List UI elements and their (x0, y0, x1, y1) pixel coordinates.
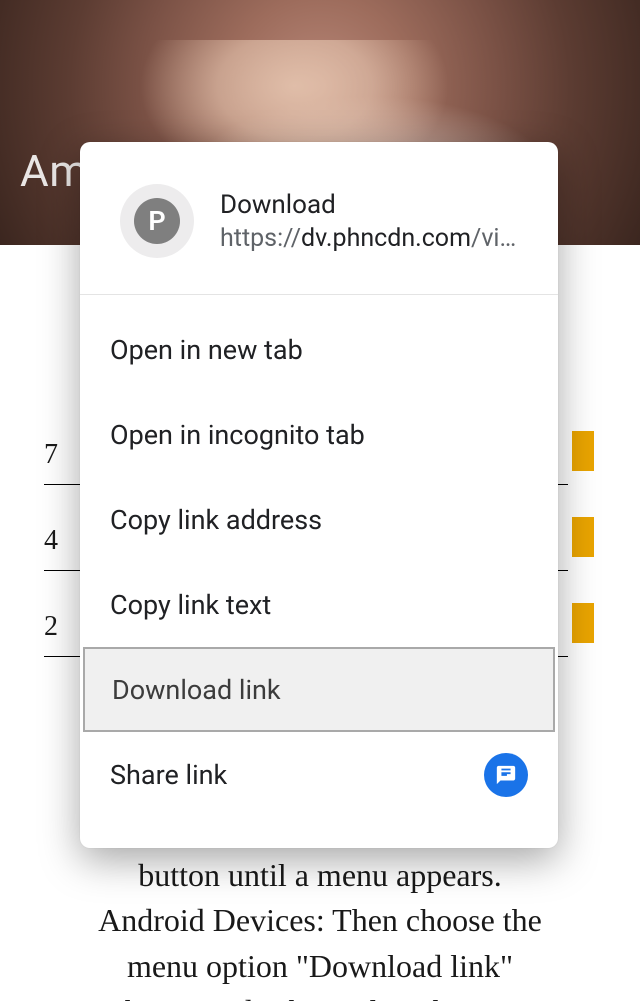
row-digit: 2 (44, 611, 58, 643)
instructions-line: Android Devices: Then choose the (98, 902, 542, 938)
download-button-fragment[interactable] (572, 517, 594, 557)
menu-item-label: Share link (110, 759, 227, 791)
page-root: Am 7 4 2 button until a menu appears. An… (0, 0, 640, 1001)
open-in-new-tab[interactable]: Open in new tab (80, 307, 558, 392)
context-menu-header: P Download https://dv.phncdn.com/vide… (80, 142, 558, 295)
row-digit: 7 (44, 439, 58, 471)
menu-item-label: Copy link text (110, 589, 271, 621)
menu-item-label: Download link (112, 674, 281, 706)
link-title: Download (220, 190, 530, 220)
instructions-line: iPhone/iPad: Then select the menu (98, 993, 542, 1001)
download-button-fragment[interactable] (572, 603, 594, 643)
favicon-letter: P (134, 198, 180, 244)
copy-link-address[interactable]: Copy link address (80, 477, 558, 562)
url-scheme: https:// (220, 224, 301, 253)
video-title-fragment: Am (20, 145, 88, 197)
url-path: /vide… (471, 224, 530, 253)
instructions-text: button until a menu appears. Android Dev… (35, 853, 605, 1001)
menu-item-label: Copy link address (110, 504, 322, 536)
share-link[interactable]: Share link (80, 732, 558, 817)
menu-item-label: Open in new tab (110, 334, 303, 366)
menu-item-label: Open in incognito tab (110, 419, 365, 451)
url-host: dv.phncdn.com (301, 224, 471, 253)
instructions-line: button until a menu appears. (138, 857, 501, 893)
download-button-fragment[interactable] (572, 431, 594, 471)
row-digit: 4 (44, 525, 58, 557)
link-context-menu: P Download https://dv.phncdn.com/vide… O… (80, 142, 558, 848)
context-header-text: Download https://dv.phncdn.com/vide… (220, 190, 530, 253)
download-link[interactable]: Download link (83, 647, 555, 732)
copy-link-text[interactable]: Copy link text (80, 562, 558, 647)
instructions-line: menu option "Download link" (127, 948, 513, 984)
context-menu-list: Open in new tab Open in incognito tab Co… (80, 295, 558, 817)
site-favicon: P (120, 184, 194, 258)
open-in-incognito-tab[interactable]: Open in incognito tab (80, 392, 558, 477)
chat-bubble-icon (495, 764, 517, 786)
link-url: https://dv.phncdn.com/vide… (220, 224, 530, 253)
messages-app-icon[interactable] (484, 753, 528, 797)
